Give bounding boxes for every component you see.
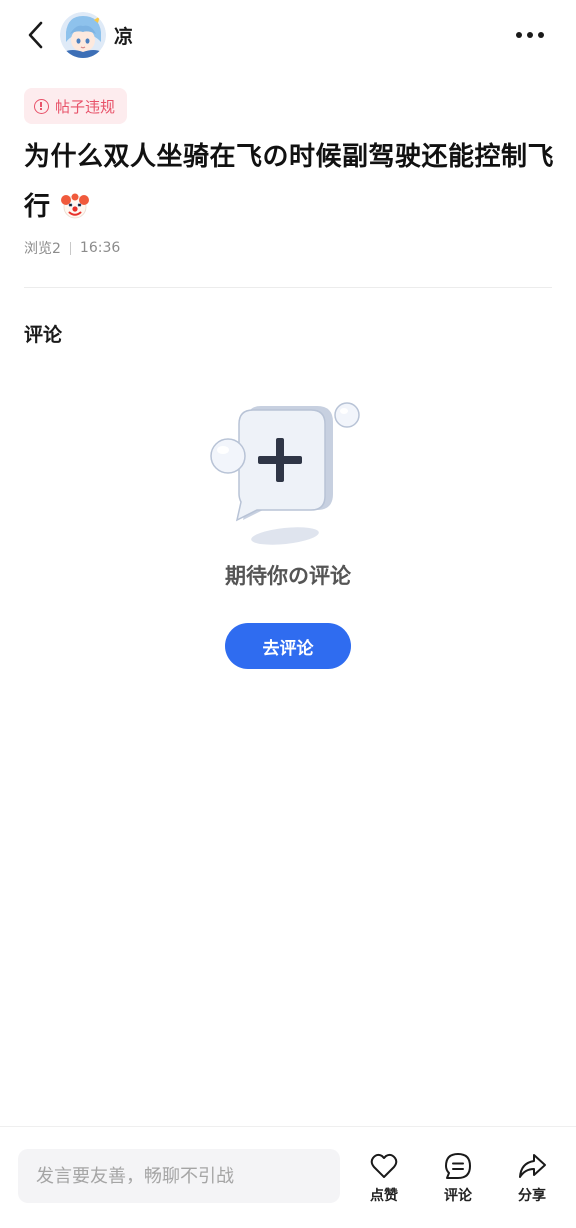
share-button[interactable]: 分享	[502, 1151, 562, 1207]
heart-icon	[370, 1153, 398, 1178]
comment-button[interactable]: 评论	[428, 1151, 488, 1207]
like-button[interactable]: 点赞	[354, 1151, 414, 1207]
clown-face-icon	[61, 193, 90, 219]
like-label: 点赞	[370, 1188, 398, 1204]
more-dot	[516, 32, 522, 38]
post-time: 16:36	[79, 240, 121, 256]
comment-label: 评论	[444, 1188, 472, 1204]
avatar[interactable]	[60, 12, 106, 58]
comment-input[interactable]	[18, 1149, 340, 1203]
post-title: 为什么双人坐骑在飞の时候副驾驶还能控制飞行	[24, 132, 554, 232]
view-count: 浏览2	[24, 241, 61, 257]
bottom-action-bar: 点赞 评论 分享	[0, 1126, 576, 1228]
share-arrow-icon	[519, 1154, 546, 1178]
go-comment-button[interactable]: 去评论	[225, 623, 351, 669]
empty-comments-text: 期待你の评论	[225, 564, 351, 588]
meta-separator	[69, 241, 71, 255]
back-button[interactable]	[20, 18, 50, 52]
comments-heading: 评论	[24, 324, 63, 346]
more-button[interactable]	[508, 20, 552, 50]
comment-bubble-icon	[445, 1153, 471, 1179]
top-bar: 凉	[0, 0, 576, 72]
post-title-text: 为什么双人坐骑在飞の时候副驾驶还能控制飞行	[24, 142, 555, 222]
violation-label: 帖子违规	[55, 97, 116, 116]
warning-circle-icon	[34, 98, 49, 114]
share-label: 分享	[518, 1188, 546, 1204]
username[interactable]: 凉	[114, 22, 133, 49]
violation-badge: 帖子违规	[24, 88, 128, 124]
empty-comments-illustration	[210, 402, 360, 545]
chevron-left-icon	[28, 21, 43, 49]
more-dot	[527, 32, 533, 38]
more-dot	[538, 32, 544, 38]
divider	[24, 287, 552, 288]
post-meta: 浏览2 16:36	[24, 238, 120, 258]
